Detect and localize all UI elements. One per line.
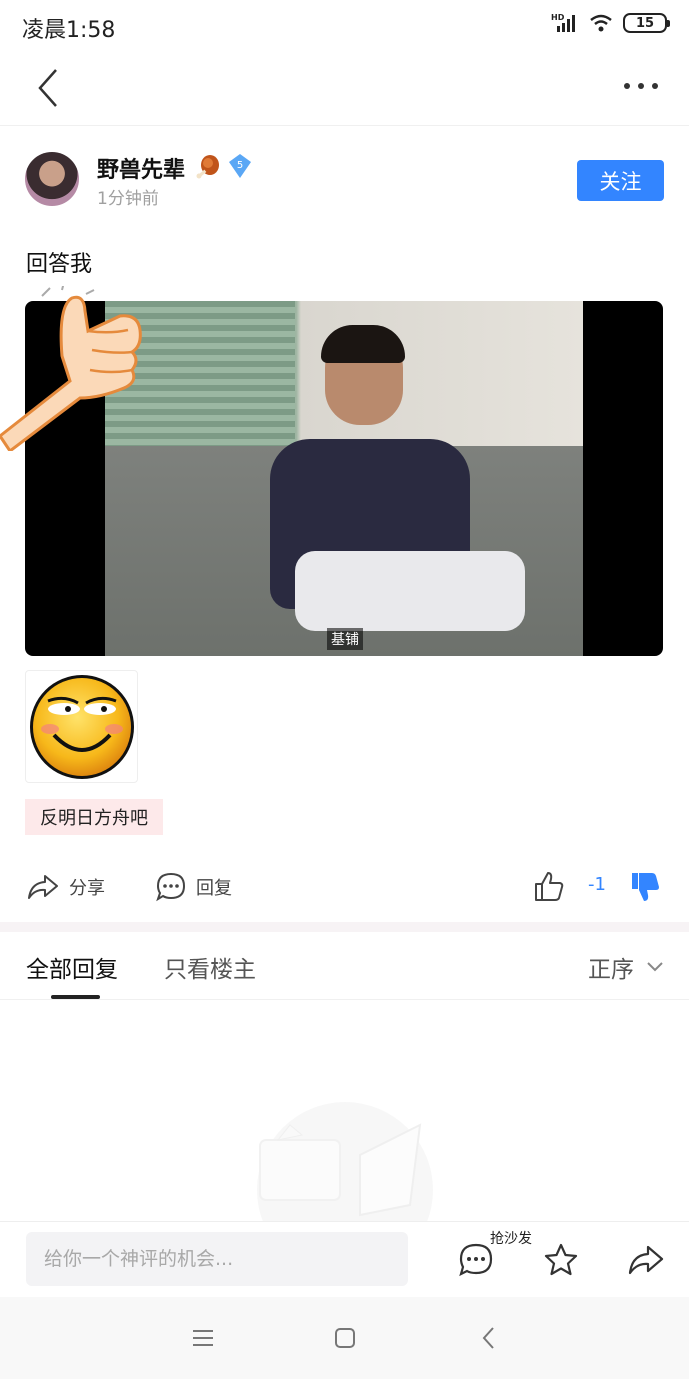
network-label: HD xyxy=(551,13,565,22)
more-options-icon[interactable] xyxy=(621,74,661,98)
share-icon xyxy=(28,875,58,899)
smiling-face-icon xyxy=(29,674,134,779)
video-subtitle: 基铺 xyxy=(327,628,363,650)
sort-dropdown[interactable]: 正序 xyxy=(588,950,664,984)
post-header: 野兽先辈 5 1分钟前 关注 xyxy=(0,140,689,220)
thumbs-up-icon[interactable] xyxy=(533,870,565,902)
battery-icon: 15 xyxy=(623,13,670,33)
drumstick-icon xyxy=(196,155,219,179)
emoji-image[interactable] xyxy=(25,670,138,783)
reply-label: 回复 xyxy=(196,878,232,899)
comment-icon[interactable] xyxy=(458,1242,494,1278)
back-arrow-icon[interactable] xyxy=(28,66,72,110)
share-label: 分享 xyxy=(69,878,105,899)
reply-input[interactable] xyxy=(26,1232,408,1286)
home-icon[interactable] xyxy=(332,1325,358,1351)
video-frame xyxy=(105,301,583,656)
share-icon[interactable] xyxy=(628,1242,664,1278)
signal-icon: HD xyxy=(551,13,575,32)
section-divider xyxy=(0,922,689,932)
status-icons: HD 15 xyxy=(551,12,670,34)
level-badge-icon: 5 xyxy=(229,154,251,178)
sort-label: 正序 xyxy=(588,957,634,983)
follow-button[interactable]: 关注 xyxy=(577,160,664,201)
reply-tabs: 全部回复 只看楼主 正序 xyxy=(0,932,689,1000)
person-shorts xyxy=(295,551,525,631)
share-button[interactable]: 分享 xyxy=(27,864,105,910)
menu-icon[interactable] xyxy=(190,1325,216,1351)
comment-icon xyxy=(156,872,186,902)
avatar[interactable] xyxy=(25,152,79,206)
star-icon[interactable] xyxy=(543,1242,579,1278)
thumbs-down-icon[interactable] xyxy=(628,870,662,904)
status-bar: 凌晨1:58 HD 15 xyxy=(0,0,689,52)
post-time: 1分钟前 xyxy=(97,189,159,209)
vote-count: -1 xyxy=(588,874,606,895)
username[interactable]: 野兽先辈 xyxy=(97,152,185,184)
tab-all-replies[interactable]: 全部回复 xyxy=(26,950,118,984)
forum-tag[interactable]: 反明日方舟吧 xyxy=(25,799,163,835)
system-nav-bar xyxy=(0,1297,689,1379)
post-actions: 分享 回复 -1 xyxy=(0,864,689,910)
tab-op-only[interactable]: 只看楼主 xyxy=(164,950,256,984)
sofa-label: 抢沙发 xyxy=(490,1231,532,1247)
level-number: 5 xyxy=(237,160,243,171)
empty-state-illustration-icon xyxy=(257,1102,433,1235)
active-tab-indicator xyxy=(51,995,100,999)
status-time: 凌晨1:58 xyxy=(22,18,116,43)
user-badges: 5 xyxy=(195,152,253,180)
thumbs-up-sticker-icon xyxy=(0,286,142,451)
system-back-icon[interactable] xyxy=(476,1325,502,1351)
chevron-down-icon xyxy=(647,962,663,972)
bottom-reply-bar: 抢沙发 xyxy=(0,1221,689,1297)
post-content: 回答我 xyxy=(26,252,93,277)
reply-button[interactable]: 回复 xyxy=(156,864,232,910)
wifi-icon xyxy=(590,14,612,32)
person-hair xyxy=(321,325,405,363)
top-nav xyxy=(0,52,689,126)
